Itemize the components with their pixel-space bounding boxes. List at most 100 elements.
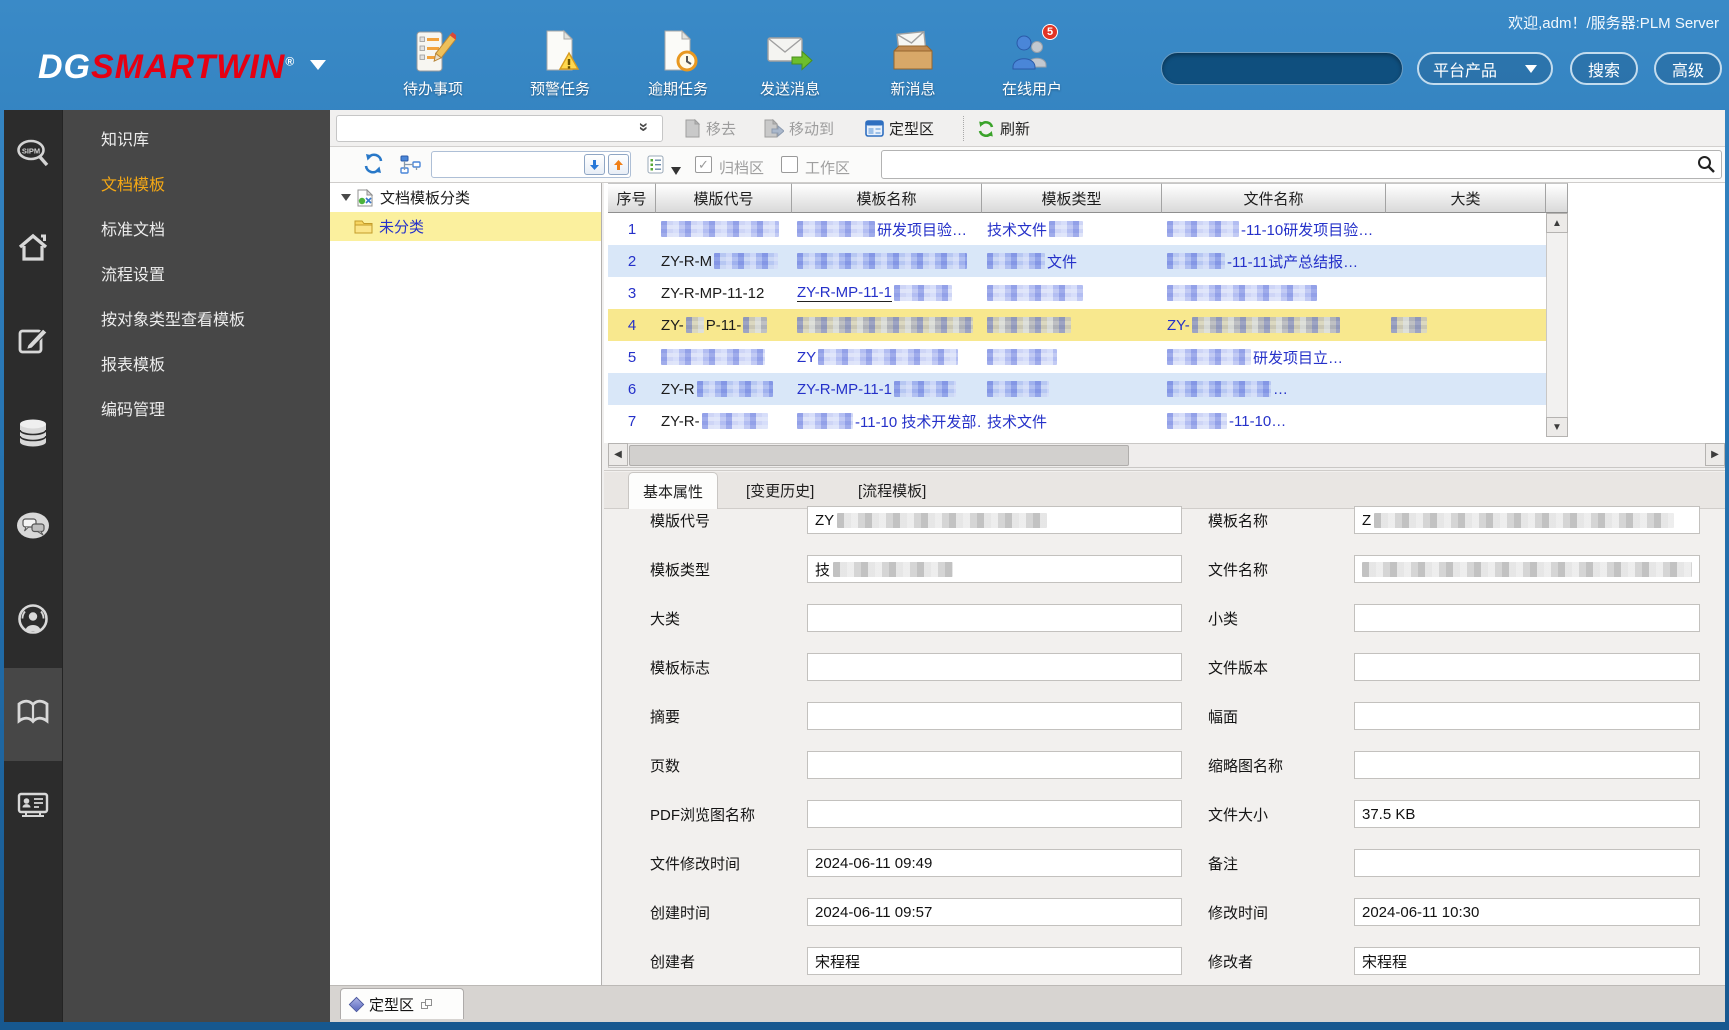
header-tool-warning-task[interactable]: 预警任务 bbox=[512, 28, 608, 99]
header-tool-new-message[interactable]: 新消息 bbox=[865, 28, 961, 99]
workspace-checkbox[interactable] bbox=[781, 156, 798, 173]
dingxing-area-tab[interactable]: 定型区 bbox=[340, 988, 464, 1019]
sync-icon[interactable] bbox=[362, 153, 385, 180]
sidebar-item-6[interactable]: 报表模板 bbox=[63, 347, 331, 385]
field-label-R2: 小类 bbox=[1208, 611, 1239, 628]
tab-change-history[interactable]: [变更历史] bbox=[732, 472, 828, 509]
censored-block bbox=[661, 221, 779, 237]
scroll-up-button[interactable]: ▲ bbox=[1546, 213, 1568, 233]
tree-expand-icon[interactable] bbox=[341, 194, 351, 201]
archive-area-checkbox[interactable]: ✓ bbox=[695, 156, 712, 173]
rail-item-open-book[interactable] bbox=[4, 668, 62, 761]
column-header-code[interactable]: 模版代号 bbox=[656, 183, 792, 213]
dingxing-area-button[interactable]: 定型区 bbox=[865, 115, 934, 142]
header-tool-online-users[interactable]: 5 在线用户 bbox=[984, 24, 1080, 99]
column-header-name[interactable]: 模板名称 bbox=[792, 183, 982, 213]
move-to-button[interactable]: 移动到 bbox=[763, 115, 834, 142]
logo-brand: SMARTWIN bbox=[91, 48, 286, 86]
move-out-button[interactable]: 移去 bbox=[684, 115, 736, 142]
sidebar-item-4[interactable]: 流程设置 bbox=[63, 257, 331, 295]
field-text: 2024-06-11 10:30 bbox=[1362, 903, 1480, 921]
field-value-R0[interactable]: Z bbox=[1354, 506, 1700, 534]
column-header-type[interactable]: 模板类型 bbox=[982, 183, 1162, 213]
column-header-num[interactable]: 序号 bbox=[608, 183, 656, 213]
sidebar-item-2[interactable]: 文档模板 bbox=[63, 167, 331, 205]
table-row[interactable]: 4 ZY- P-11- ZY- bbox=[608, 309, 1546, 341]
tree-node-unclassified[interactable]: 未分类 bbox=[330, 212, 601, 241]
rail-item-chat[interactable] bbox=[4, 482, 62, 575]
vertical-scrollbar[interactable]: ▲ ▼ bbox=[1546, 213, 1568, 437]
sidebar-item-1[interactable]: 知识库 bbox=[63, 122, 331, 160]
field-value-L8[interactable]: 2024-06-11 09:57 bbox=[807, 898, 1182, 926]
field-value-L0[interactable]: ZY bbox=[807, 506, 1182, 534]
category-combo-box[interactable] bbox=[336, 115, 663, 142]
search-button[interactable]: 搜索 bbox=[1570, 52, 1638, 85]
tree-node-root[interactable]: 文档模板分类 bbox=[330, 183, 601, 212]
list-dropdown-caret-icon[interactable] bbox=[671, 162, 681, 180]
field-value-L1[interactable]: 技 bbox=[807, 555, 1182, 583]
table-row[interactable]: 2 ZY-R-M 文件 -11-11试产总结报… bbox=[608, 245, 1546, 277]
rail-item-home[interactable] bbox=[4, 203, 62, 296]
hierarchy-icon[interactable] bbox=[400, 155, 422, 180]
column-header-cat[interactable]: 大类 bbox=[1386, 183, 1546, 213]
scrollbar-thumb[interactable] bbox=[629, 445, 1129, 466]
cell-code bbox=[656, 341, 792, 373]
rail-item-database[interactable] bbox=[4, 389, 62, 482]
float-window-icon[interactable] bbox=[421, 998, 433, 1010]
rail-item-sipm-search[interactable]: SIPM bbox=[4, 110, 62, 203]
sidebar-item-3[interactable]: 标准文档 bbox=[63, 212, 331, 250]
open-book-icon bbox=[16, 698, 50, 731]
field-value-R3[interactable] bbox=[1354, 653, 1700, 681]
censored-block bbox=[797, 317, 973, 333]
scroll-down-button[interactable]: ▼ bbox=[1546, 417, 1568, 437]
collapse-chevron-icon[interactable]: « bbox=[633, 122, 653, 131]
id-card-icon bbox=[16, 790, 50, 825]
find-next-button[interactable] bbox=[584, 154, 605, 175]
field-value-R9[interactable]: 宋程程 bbox=[1354, 947, 1700, 975]
find-previous-button[interactable] bbox=[608, 154, 629, 175]
field-value-R6[interactable]: 37.5 KB bbox=[1354, 800, 1700, 828]
category-tree-panel: 文档模板分类 未分类 bbox=[330, 183, 602, 985]
scroll-left-button[interactable]: ◀ bbox=[608, 443, 628, 466]
field-value-R8[interactable]: 2024-06-11 10:30 bbox=[1354, 898, 1700, 926]
tab-basic-properties[interactable]: 基本属性 bbox=[628, 472, 718, 509]
field-value-R5[interactable] bbox=[1354, 751, 1700, 779]
global-search-input[interactable] bbox=[1161, 52, 1403, 85]
logo-dropdown-caret-icon[interactable] bbox=[310, 60, 326, 70]
table-row[interactable]: 3 ZY-R-MP-11-12 ZY-R-MP-11-1 bbox=[608, 277, 1546, 309]
field-value-R1[interactable] bbox=[1354, 555, 1700, 583]
field-value-R4[interactable] bbox=[1354, 702, 1700, 730]
tool-label: 新消息 bbox=[890, 81, 936, 98]
search-icon[interactable] bbox=[1697, 155, 1716, 179]
sidebar-item-5[interactable]: 按对象类型查看模板 bbox=[63, 302, 331, 340]
field-value-L9[interactable]: 宋程程 bbox=[807, 947, 1182, 975]
field-value-L3[interactable] bbox=[807, 653, 1182, 681]
table-row[interactable]: 6 ZY-R ZY-R-MP-11-1… bbox=[608, 373, 1546, 405]
column-header-file[interactable]: 文件名称 bbox=[1162, 183, 1386, 213]
table-row[interactable]: 7 ZY-R- -11-10 技术开发部… 技术文件 -11-10… bbox=[608, 405, 1546, 437]
table-row[interactable]: 5 ZY 研发项目立… bbox=[608, 341, 1546, 373]
advanced-search-button[interactable]: 高级 bbox=[1654, 52, 1722, 85]
horizontal-scrollbar[interactable]: ◀ ▶ bbox=[608, 443, 1725, 468]
view-list-icon[interactable] bbox=[647, 155, 667, 179]
field-value-L4[interactable] bbox=[807, 702, 1182, 730]
header-tool-overdue-task[interactable]: 逾期任务 bbox=[630, 28, 726, 99]
table-search-input[interactable] bbox=[881, 150, 1722, 179]
field-value-R7[interactable] bbox=[1354, 849, 1700, 877]
field-value-L6[interactable] bbox=[807, 800, 1182, 828]
rail-item-edit[interactable] bbox=[4, 296, 62, 389]
refresh-button[interactable]: 刷新 bbox=[977, 115, 1030, 142]
field-value-R2[interactable] bbox=[1354, 604, 1700, 632]
rail-item-broadcast-user[interactable] bbox=[4, 575, 62, 668]
scroll-right-button[interactable]: ▶ bbox=[1705, 443, 1725, 466]
sidebar-item-7[interactable]: 编码管理 bbox=[63, 392, 331, 430]
field-value-L7[interactable]: 2024-06-11 09:49 bbox=[807, 849, 1182, 877]
search-scope-select[interactable]: 平台产品 bbox=[1417, 52, 1553, 85]
header-tool-send-message[interactable]: 发送消息 bbox=[742, 28, 838, 99]
tab-process-template[interactable]: [流程模板] bbox=[844, 472, 940, 509]
header-tool-todo-list[interactable]: 待办事项 bbox=[385, 28, 481, 99]
table-row[interactable]: 1 研发项目验… 技术文件 -11-10研发项目验… bbox=[608, 213, 1546, 245]
field-value-L5[interactable] bbox=[807, 751, 1182, 779]
field-value-L2[interactable] bbox=[807, 604, 1182, 632]
rail-item-id-card[interactable] bbox=[4, 761, 62, 854]
